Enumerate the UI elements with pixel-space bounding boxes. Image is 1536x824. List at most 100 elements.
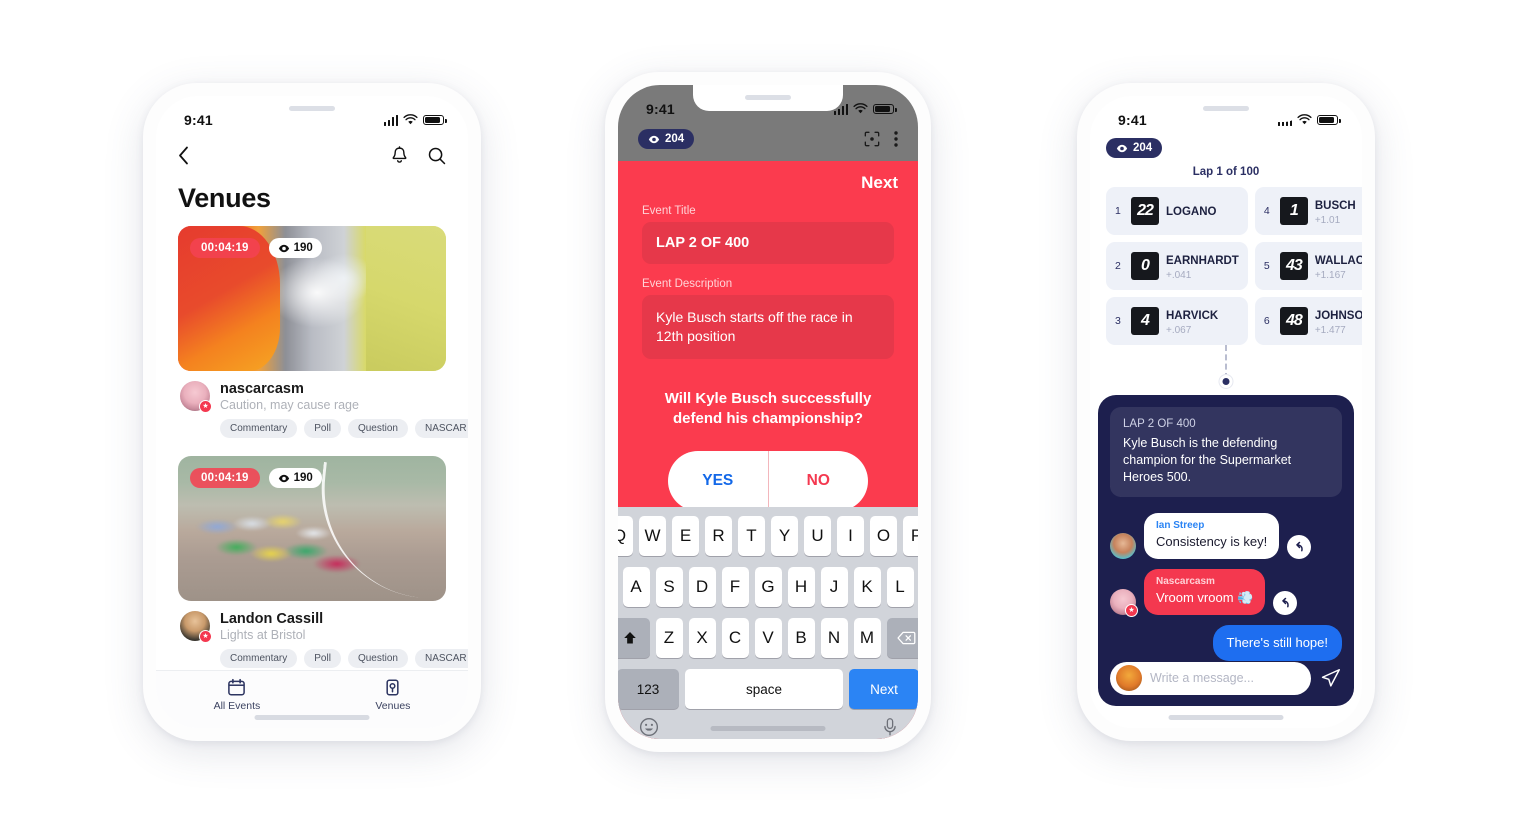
key-a[interactable]: A [622, 567, 650, 607]
poll-no-button[interactable]: NO [769, 451, 869, 511]
leaderboard-row[interactable]: 4 1 BUSCH +1.01 [1254, 187, 1362, 235]
key-j[interactable]: J [820, 567, 848, 607]
driver-position: 3 [1115, 315, 1121, 327]
key-u[interactable]: U [804, 516, 831, 556]
message-input[interactable]: Write a message... [1110, 661, 1311, 695]
space-key[interactable]: space [685, 669, 843, 709]
key-e[interactable]: E [672, 516, 699, 556]
microphone-icon[interactable] [883, 717, 897, 737]
avatar[interactable]: ★ [1110, 589, 1138, 617]
eye-icon [1116, 144, 1128, 152]
thumbnail-badges: 00:04:19 190 [190, 238, 322, 258]
leaderboard-row[interactable]: 3 4 HARVICK +.067 [1106, 297, 1248, 345]
avatar[interactable]: ★ [180, 381, 212, 413]
views-count: 204 [1133, 142, 1153, 154]
key-q[interactable]: Q [618, 516, 633, 556]
event-description-input[interactable]: Kyle Busch starts off the race in 12th p… [642, 295, 894, 359]
tag-chip[interactable]: Question [347, 419, 408, 438]
send-paper-plane-icon[interactable] [1320, 667, 1342, 689]
backspace-icon [897, 631, 916, 645]
tag-chip[interactable]: Poll [304, 419, 341, 438]
key-s[interactable]: S [655, 567, 683, 607]
key-i[interactable]: I [837, 516, 864, 556]
tag-chip[interactable]: Commentary [220, 419, 298, 438]
tab-venues[interactable]: Venues [375, 678, 410, 712]
shift-arrow-icon [623, 631, 636, 644]
emoji-smiley-icon[interactable] [639, 717, 659, 737]
venue-thumbnail[interactable]: 00:04:19 190 [178, 456, 446, 601]
key-g[interactable]: G [754, 567, 782, 607]
focus-scan-icon[interactable] [864, 131, 880, 147]
venue-card[interactable]: 00:04:19 190 [178, 456, 468, 668]
home-indicator [254, 715, 370, 720]
key-v[interactable]: V [754, 618, 782, 658]
venue-subtitle: Lights at Bristol [220, 628, 306, 642]
driver-name: WALLACE [1314, 255, 1362, 267]
key-n[interactable]: N [820, 618, 848, 658]
message-list: LAP 2 OF 400 Kyle Busch is the defending… [1098, 395, 1354, 661]
key-l[interactable]: L [886, 567, 914, 607]
battery-icon [1317, 114, 1341, 126]
key-p[interactable]: P [903, 516, 918, 556]
poll-yes-button[interactable]: YES [668, 451, 769, 512]
key-f[interactable]: F [721, 567, 749, 607]
key-b[interactable]: B [787, 618, 815, 658]
message-bubble[interactable]: Nascarcasm Vroom vroom 💨 [1144, 569, 1266, 615]
tag-chip[interactable]: Question [347, 649, 408, 668]
bell-icon[interactable] [391, 146, 408, 165]
driver-gap: +.067 [1166, 325, 1192, 336]
driver-gap: +1.01 [1314, 215, 1341, 226]
event-title-input[interactable]: LAP 2 OF 400 [642, 222, 894, 264]
views-badge: 204 [1106, 138, 1163, 158]
key-y[interactable]: Y [771, 516, 798, 556]
views-count: 190 [293, 472, 313, 484]
venue-card[interactable]: 00:04:19 190 [178, 226, 468, 438]
leaderboard-row[interactable]: 2 0 EARNHARDT +.041 [1106, 242, 1248, 290]
key-t[interactable]: T [738, 516, 765, 556]
key-z[interactable]: Z [655, 618, 683, 658]
search-icon[interactable] [428, 147, 446, 165]
key-x[interactable]: X [688, 618, 716, 658]
key-w[interactable]: W [639, 516, 666, 556]
message-text: Vroom vroom 💨 [1156, 590, 1254, 605]
avatar[interactable]: ★ [180, 611, 212, 643]
backspace-key[interactable] [886, 618, 918, 658]
timeline-dashed-line [1225, 345, 1227, 379]
reply-arrow-icon[interactable] [1273, 591, 1298, 615]
keyboard-row-4: 123 space Next [618, 669, 918, 709]
driver-position: 2 [1115, 260, 1121, 272]
driver-name: LOGANO [1166, 205, 1217, 218]
key-d[interactable]: D [688, 567, 716, 607]
tag-chip[interactable]: Commentary [220, 649, 298, 668]
driver-position: 5 [1263, 260, 1270, 272]
return-next-key[interactable]: Next [849, 669, 918, 709]
leaderboard-row[interactable]: 5 43 WALLACE +1.167 [1254, 242, 1362, 290]
next-button[interactable]: Next [618, 161, 918, 199]
tag-chip[interactable]: NASCAR [414, 649, 468, 668]
battery-icon [423, 114, 447, 126]
back-button[interactable] [178, 146, 189, 165]
driver-car-number: 48 [1279, 307, 1308, 335]
shift-key[interactable] [618, 618, 650, 658]
key-c[interactable]: C [721, 618, 749, 658]
calendar-icon [228, 678, 246, 695]
key-o[interactable]: O [870, 516, 897, 556]
leaderboard-row[interactable]: 1 22 LOGANO [1106, 187, 1248, 235]
leaderboard-row[interactable]: 6 48 JOHNSON +1.477 [1254, 297, 1362, 345]
more-vertical-icon[interactable] [894, 131, 898, 147]
leaderboard: 1 22 LOGANO 4 1 BUSCH +1.01 2 0 EARNHARD… [1106, 187, 1362, 345]
reply-arrow-icon[interactable] [1287, 535, 1312, 559]
key-k[interactable]: K [853, 567, 881, 607]
message-bubble[interactable]: Ian Streep Consistency is key! [1144, 513, 1280, 559]
tag-chip[interactable]: Poll [304, 649, 341, 668]
numbers-key[interactable]: 123 [618, 669, 679, 709]
key-m[interactable]: M [853, 618, 881, 658]
tag-chip[interactable]: NASCAR [414, 419, 468, 438]
key-r[interactable]: R [705, 516, 732, 556]
key-h[interactable]: H [787, 567, 815, 607]
tab-all-events[interactable]: All Events [214, 678, 260, 712]
driver-position: 4 [1263, 205, 1270, 217]
venue-thumbnail[interactable]: 00:04:19 190 [178, 226, 446, 371]
avatar[interactable] [1110, 533, 1136, 559]
pinned-event-card[interactable]: LAP 2 OF 400 Kyle Busch is the defending… [1110, 407, 1342, 497]
